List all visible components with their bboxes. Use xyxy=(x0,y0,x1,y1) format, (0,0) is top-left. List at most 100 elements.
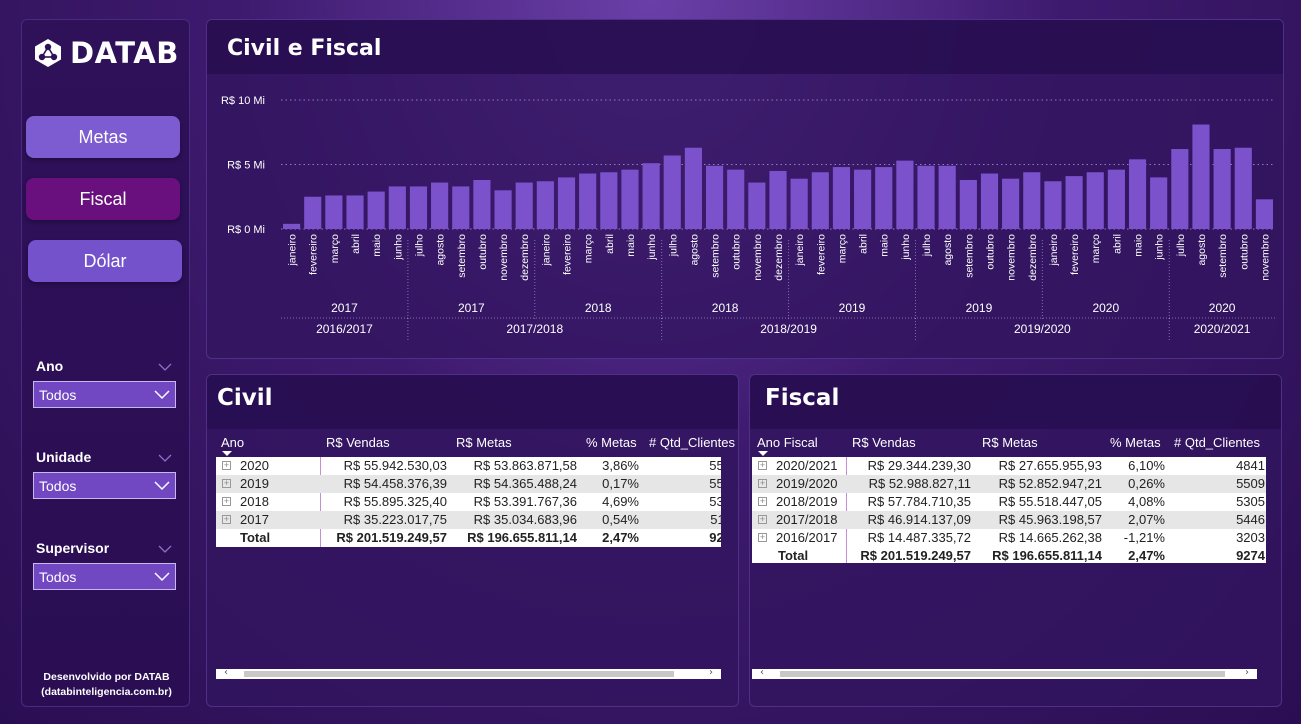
cell-vendas: R$ 54.458.376,39 xyxy=(343,476,447,491)
year-label: 2017 xyxy=(331,301,358,315)
cell-metas: R$ 196.655.811,14 xyxy=(467,530,577,545)
col-header-qtd-clientes[interactable]: # Qtd_Clientes xyxy=(1174,435,1260,450)
cell-metas: R$ 52.852.947,21 xyxy=(998,476,1102,491)
filter-value-unidade: Todos xyxy=(39,477,77,494)
scroll-left-icon[interactable]: ‹ xyxy=(760,667,764,678)
bar xyxy=(536,181,554,229)
bar xyxy=(1171,149,1189,229)
table-row[interactable]: +2017 R$ 35.223.017,75 R$ 35.034.683,96 0,5… xyxy=(216,511,721,529)
cell-ano: Total xyxy=(778,548,809,563)
col-header-pct-metas[interactable]: % Metas xyxy=(1110,435,1161,450)
table-row[interactable]: +2018/2019 R$ 57.784.710,35 R$ 55.518.447,… xyxy=(752,493,1266,511)
credit-line-2[interactable]: (databinteligencia.com.br) xyxy=(22,685,191,700)
x-tick-label: dezembro xyxy=(1027,234,1039,281)
cell-pct-metas: 0,54% xyxy=(602,512,639,527)
x-tick-label: julho xyxy=(1175,234,1187,257)
x-tick-label: maio xyxy=(371,234,383,257)
bar xyxy=(1023,172,1041,229)
table-total-row[interactable]: Total R$ 201.519.249,57 R$ 196.655.811,14 2… xyxy=(752,547,1266,563)
sort-desc-icon[interactable] xyxy=(222,451,232,456)
x-tick-label: abril xyxy=(604,234,616,254)
scroll-left-icon[interactable]: ‹ xyxy=(224,667,228,678)
fiscal-year-label: 2019/2020 xyxy=(1014,322,1071,336)
scroll-thumb[interactable] xyxy=(780,671,1225,677)
x-tick-label: março xyxy=(329,234,341,263)
cell-vendas: R$ 201.519.249,57 xyxy=(336,530,447,545)
bar xyxy=(832,167,851,229)
fiscal-year-label: 2017/2018 xyxy=(506,322,563,336)
sort-desc-icon[interactable] xyxy=(758,451,768,456)
x-tick-label: fevereiro xyxy=(308,234,320,275)
datab-logo-icon xyxy=(35,39,61,67)
chevron-down-icon xyxy=(154,481,170,491)
chevron-down-icon[interactable] xyxy=(158,362,172,372)
cell-pct-metas: 4,08% xyxy=(1128,494,1165,509)
expand-plus-icon[interactable]: + xyxy=(758,461,767,470)
table-row[interactable]: +2016/2017 R$ 14.487.335,72 R$ 14.665.262,… xyxy=(752,529,1266,547)
filter-dropdown-ano[interactable]: Todos xyxy=(33,381,176,408)
cell-qtd-clientes: 3203 xyxy=(1236,530,1265,545)
cell-qtd-clientes: 5305 xyxy=(1236,494,1265,509)
bar xyxy=(515,182,533,229)
x-tick-label: julho xyxy=(667,234,679,257)
table-row[interactable]: +2020/2021 R$ 29.344.239,30 R$ 27.655.955,… xyxy=(752,457,1266,475)
credit: Desenvolvido por DATAB (databinteligenci… xyxy=(22,670,191,700)
cell-qtd-clientes: 554 xyxy=(709,458,721,473)
year-label: 2017 xyxy=(458,301,485,315)
x-tick-label: dezembro xyxy=(519,234,531,281)
x-tick-label: novembro xyxy=(1259,234,1271,281)
table-row[interactable]: +2017/2018 R$ 46.914.137,09 R$ 45.963.198,… xyxy=(752,511,1266,529)
cell-ano: 2016/2017 xyxy=(776,530,838,545)
civil-horizontal-scrollbar[interactable]: ‹ › xyxy=(216,667,721,679)
metas-button[interactable]: Metas xyxy=(26,116,180,158)
expand-plus-icon[interactable]: + xyxy=(758,479,767,488)
cell-vendas: R$ 57.784.710,35 xyxy=(867,494,971,509)
col-header-metas[interactable]: R$ Metas xyxy=(456,435,512,450)
expand-plus-icon[interactable]: + xyxy=(758,533,767,542)
scroll-thumb[interactable] xyxy=(244,671,674,677)
bar xyxy=(1002,178,1020,229)
col-header-ano[interactable]: Ano xyxy=(221,435,244,450)
fiscal-horizontal-scrollbar[interactable]: ‹ › xyxy=(752,667,1257,679)
col-header-metas[interactable]: R$ Metas xyxy=(982,435,1038,450)
col-header-vendas[interactable]: R$ Vendas xyxy=(852,435,916,450)
expand-plus-icon[interactable]: + xyxy=(758,515,767,524)
x-tick-label: setembro xyxy=(710,234,722,278)
table-row[interactable]: +2019 R$ 54.458.376,39 R$ 54.365.488,24 0,1… xyxy=(216,475,721,493)
filter-dropdown-unidade[interactable]: Todos xyxy=(33,472,176,499)
x-tick-label: agosto xyxy=(1196,234,1208,266)
fiscal-button[interactable]: Fiscal xyxy=(26,178,180,220)
filter-dropdown-supervisor[interactable]: Todos xyxy=(33,563,176,590)
table-row[interactable]: +2018 R$ 55.895.325,40 R$ 53.391.767,36 4,6… xyxy=(216,493,721,511)
col-header-ano-fiscal[interactable]: Ano Fiscal xyxy=(757,435,818,450)
table-row[interactable]: +2019/2020 R$ 52.988.827,11 R$ 52.852.947,… xyxy=(752,475,1266,493)
bar xyxy=(621,169,639,229)
fiscal-table: +2020/2021 R$ 29.344.239,30 R$ 27.655.955,… xyxy=(752,457,1266,563)
credit-line-1: Desenvolvido por DATAB xyxy=(43,671,170,683)
table-row[interactable]: +2020 R$ 55.942.530,03 R$ 53.863.871,58 3,8… xyxy=(216,457,721,475)
x-tick-label: janeiro xyxy=(1048,234,1060,267)
expand-plus-icon[interactable]: + xyxy=(222,515,231,524)
sidebar: DATAB Metas Fiscal Dólar Ano Todos Unida… xyxy=(21,19,190,707)
chevron-down-icon[interactable] xyxy=(158,544,172,554)
expand-plus-icon[interactable]: + xyxy=(758,497,767,506)
scroll-right-icon[interactable]: › xyxy=(1245,667,1249,678)
x-tick-label: janeiro xyxy=(540,234,552,267)
expand-plus-icon[interactable]: + xyxy=(222,479,231,488)
expand-plus-icon[interactable]: + xyxy=(222,461,231,470)
x-tick-label: julho xyxy=(921,234,933,257)
col-header-pct-metas[interactable]: % Metas xyxy=(586,435,637,450)
expand-plus-icon[interactable]: + xyxy=(222,497,231,506)
chevron-down-icon[interactable] xyxy=(158,453,172,463)
x-tick-label: outubro xyxy=(984,234,996,270)
bar xyxy=(1086,172,1104,229)
scroll-right-icon[interactable]: › xyxy=(709,667,713,678)
col-header-qtd-clientes[interactable]: # Qtd_Clientes xyxy=(649,435,735,450)
year-label: 2018 xyxy=(712,301,739,315)
table-total-row[interactable]: Total R$ 201.519.249,57 R$ 196.655.811,14 2… xyxy=(216,529,721,547)
dolar-button[interactable]: Dólar xyxy=(28,240,182,282)
col-header-vendas[interactable]: R$ Vendas xyxy=(326,435,390,450)
bar xyxy=(727,169,745,229)
bar xyxy=(431,182,449,229)
cell-metas: R$ 45.963.198,57 xyxy=(998,512,1102,527)
